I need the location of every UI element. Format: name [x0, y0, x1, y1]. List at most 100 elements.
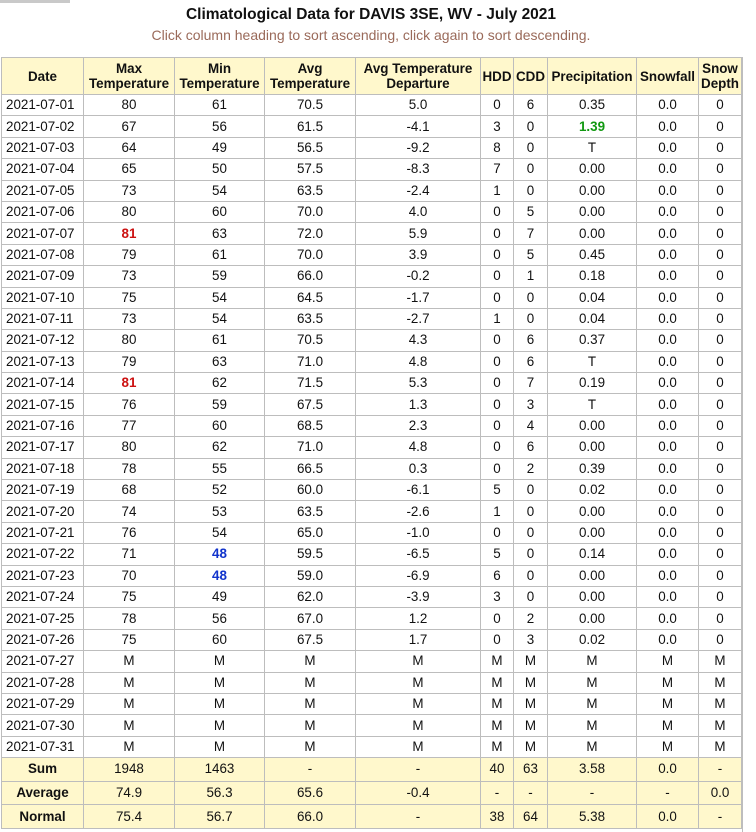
cell-cdd: M	[513, 650, 548, 673]
cell-snow: M	[636, 671, 699, 694]
cell-cdd: 7	[513, 222, 548, 245]
cell-avg: 71.0	[264, 350, 356, 374]
cell-depth: M	[698, 735, 742, 759]
cell-hdd: 5	[480, 479, 514, 502]
cell-snow: M	[636, 692, 699, 716]
cell-pcp: 0.00	[547, 200, 637, 224]
cell-cdd: M	[513, 735, 548, 759]
cell-snow: 0.0	[636, 372, 699, 395]
column-header-hdd[interactable]: HDD	[480, 57, 514, 95]
cell-pcp: M	[547, 671, 637, 694]
top-strip	[0, 0, 70, 3]
cell-cdd: 6	[513, 436, 548, 459]
cell-depth: 0	[698, 457, 742, 481]
cell-dep: -1.0	[355, 521, 481, 545]
cell-depth: 0	[698, 136, 742, 160]
cell-dep: -2.4	[355, 179, 481, 202]
cell-avg: 64.5	[264, 286, 356, 309]
column-header-dep[interactable]: Avg Temperature Departure	[355, 57, 481, 95]
cell-avg: 56.5	[264, 136, 356, 160]
cell-pcp: 0.19	[547, 372, 637, 395]
cell-snow: 0.0	[636, 543, 699, 566]
summary-pcp: 3.58	[547, 757, 637, 782]
summary-cdd: 63	[513, 757, 548, 782]
cell-hdd: 5	[480, 543, 514, 566]
column-header-avg[interactable]: Avg Temperature	[264, 57, 356, 95]
table-row: 2021-07-07 81 63 72.0 5.9 0 7 0.00 0.0 0	[1, 222, 742, 245]
cell-avg: 61.5	[264, 115, 356, 138]
column-header-min[interactable]: Min Temperature	[174, 57, 265, 95]
cell-max: 79	[83, 350, 175, 374]
cell-pcp: 0.00	[547, 500, 637, 523]
table-row: 2021-07-04 65 50 57.5 -8.3 7 0 0.00 0.0 0	[1, 158, 742, 181]
cell-pcp: 0.04	[547, 307, 637, 331]
cell-max: M	[83, 735, 175, 759]
climate-data-table: Date Max Temperature Min Temperature Avg Tempe…	[1, 57, 742, 829]
cell-avg: 59.5	[264, 543, 356, 566]
cell-depth: 0	[698, 500, 742, 523]
cell-dep: M	[355, 692, 481, 716]
column-header-pcp[interactable]: Precipitation	[547, 57, 637, 95]
cell-date: 2021-07-24	[1, 585, 84, 609]
cell-depth: 0	[698, 329, 742, 352]
cell-max: 65	[83, 158, 175, 181]
cell-dep: 3.9	[355, 243, 481, 267]
cell-snow: 0.0	[636, 329, 699, 352]
cell-avg: M	[264, 692, 356, 716]
cell-min: 61	[174, 329, 265, 352]
cell-date: 2021-07-30	[1, 714, 84, 737]
summary-pcp: 5.38	[547, 804, 637, 829]
cell-dep: 1.2	[355, 607, 481, 630]
table-row: 2021-07-29 M M M M M M M M M	[1, 692, 742, 716]
summary-max: 75.4	[83, 804, 175, 829]
cell-dep: M	[355, 714, 481, 737]
cell-avg: 65.0	[264, 521, 356, 545]
cell-max: 75	[83, 628, 175, 652]
cell-max: 73	[83, 307, 175, 331]
column-header-date[interactable]: Date	[1, 57, 84, 95]
summary-row-average: Average 74.9 56.3 65.6 -0.4- - - -0.0	[1, 780, 742, 806]
cell-hdd: 0	[480, 286, 514, 309]
table-row: 2021-07-20 74 53 63.5 -2.6 1 0 0.00 0.0 0	[1, 500, 742, 523]
table-row: 2021-07-02 67 56 61.5 -4.1 3 0 1.39 0.0 0	[1, 115, 742, 138]
table-row: 2021-07-28 M M M M M M M M M	[1, 671, 742, 694]
summary-avg: -	[264, 757, 356, 782]
cell-date: 2021-07-04	[1, 158, 84, 181]
cell-pcp: 0.37	[547, 329, 637, 352]
column-header-snow[interactable]: Snowfall	[636, 57, 699, 95]
column-header-max[interactable]: Max Temperature	[83, 57, 175, 95]
column-header-depth[interactable]: Snow Depth	[698, 57, 742, 95]
cell-depth: M	[698, 671, 742, 694]
cell-avg: 70.0	[264, 200, 356, 224]
cell-hdd: 0	[480, 628, 514, 652]
cell-avg: 66.5	[264, 457, 356, 481]
cell-dep: 4.0	[355, 200, 481, 224]
summary-depth: -	[698, 757, 742, 782]
cell-snow: 0.0	[636, 500, 699, 523]
cell-date: 2021-07-06	[1, 200, 84, 224]
cell-depth: 0	[698, 158, 742, 181]
cell-depth: 0	[698, 521, 742, 545]
cell-max: 70	[83, 564, 175, 587]
cell-pcp: 0.02	[547, 628, 637, 652]
cell-cdd: 5	[513, 200, 548, 224]
cell-cdd: M	[513, 714, 548, 737]
column-header-cdd[interactable]: CDD	[513, 57, 548, 95]
cell-cdd: 0	[513, 521, 548, 545]
cell-cdd: 5	[513, 243, 548, 267]
cell-pcp: 0.00	[547, 521, 637, 545]
summary-hdd: 40	[480, 757, 514, 782]
cell-date: 2021-07-07	[1, 222, 84, 245]
cell-avg: 71.5	[264, 372, 356, 395]
cell-snow: 0.0	[636, 479, 699, 502]
cell-avg: 70.5	[264, 93, 356, 117]
cell-cdd: 1	[513, 265, 548, 288]
cell-dep: 2.3	[355, 414, 481, 438]
cell-pcp: T	[547, 393, 637, 416]
cell-depth: 0	[698, 115, 742, 138]
cell-max: 81	[83, 372, 175, 395]
cell-pcp: 0.35	[547, 93, 637, 117]
cell-min: 48	[174, 564, 265, 587]
cell-dep: 4.3	[355, 329, 481, 352]
cell-date: 2021-07-12	[1, 329, 84, 352]
